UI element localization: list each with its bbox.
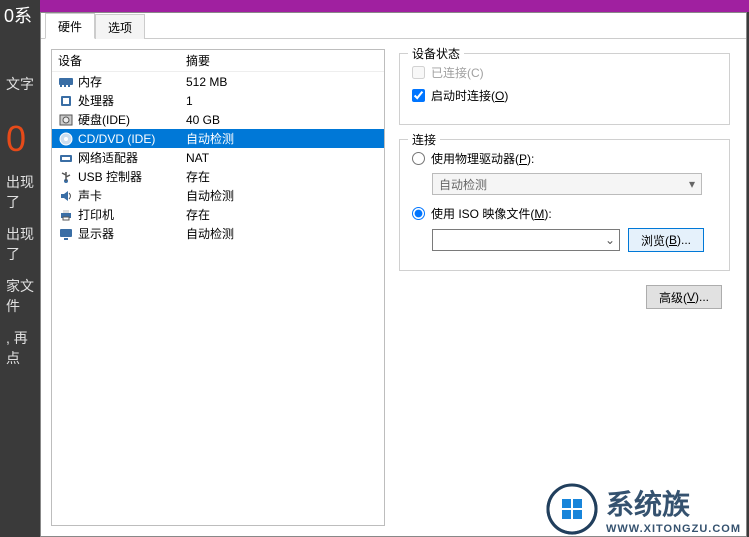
bg-line-4: , 再点 bbox=[6, 328, 40, 368]
device-summary: 自动检测 bbox=[186, 130, 378, 147]
device-name: 显示器 bbox=[78, 225, 186, 242]
device-list-header: 设备 摘要 bbox=[52, 50, 384, 72]
usb-icon bbox=[58, 169, 74, 185]
connection-title: 连接 bbox=[408, 131, 440, 148]
iso-path-input[interactable]: ⌄ bbox=[432, 229, 620, 251]
device-row-printer[interactable]: 打印机存在 bbox=[52, 205, 384, 224]
device-summary: 自动检测 bbox=[186, 187, 378, 204]
device-name: 内存 bbox=[78, 73, 186, 90]
device-summary: 存在 bbox=[186, 168, 378, 185]
bg-line-3: 家文件 bbox=[6, 276, 40, 316]
use-iso-label: 使用 ISO 映像文件(M): bbox=[431, 205, 552, 222]
device-row-display[interactable]: 显示器自动检测 bbox=[52, 224, 384, 243]
display-icon bbox=[58, 226, 74, 242]
bg-text-label: 文字 bbox=[6, 74, 40, 94]
memory-icon bbox=[58, 74, 74, 90]
tab-hardware[interactable]: 硬件 bbox=[45, 13, 95, 39]
device-row-cd[interactable]: CD/DVD (IDE)自动检测 bbox=[52, 129, 384, 148]
physical-drive-combo[interactable]: 自动检测 ▾ bbox=[432, 173, 702, 195]
hdd-icon bbox=[58, 112, 74, 128]
use-iso-radio[interactable] bbox=[412, 207, 425, 220]
device-summary: NAT bbox=[186, 151, 378, 165]
chevron-down-icon: ▾ bbox=[689, 177, 695, 191]
dialog-content: 设备 摘要 内存512 MB处理器1硬盘(IDE)40 GBCD/DVD (ID… bbox=[41, 39, 746, 536]
bg-zero: 0 bbox=[6, 118, 40, 160]
device-status-title: 设备状态 bbox=[408, 45, 464, 62]
advanced-row: 高级(V)... bbox=[399, 285, 730, 309]
connected-label: 已连接(C) bbox=[431, 64, 484, 81]
header-summary: 摘要 bbox=[186, 52, 378, 69]
device-row-hdd[interactable]: 硬盘(IDE)40 GB bbox=[52, 110, 384, 129]
cpu-icon bbox=[58, 93, 74, 109]
connect-on-power-checkbox[interactable] bbox=[412, 89, 425, 102]
connect-on-power-row[interactable]: 启动时连接(O) bbox=[412, 87, 717, 104]
bg-line-2: 出现了 bbox=[6, 224, 40, 264]
connect-on-power-label: 启动时连接(O) bbox=[431, 87, 508, 104]
device-summary: 40 GB bbox=[186, 113, 378, 127]
window-titlebar[interactable] bbox=[40, 0, 749, 12]
device-row-memory[interactable]: 内存512 MB bbox=[52, 72, 384, 91]
device-list-panel: 设备 摘要 内存512 MB处理器1硬盘(IDE)40 GBCD/DVD (ID… bbox=[51, 49, 385, 526]
device-name: 网络适配器 bbox=[78, 149, 186, 166]
device-name: 处理器 bbox=[78, 92, 186, 109]
device-row-cpu[interactable]: 处理器1 bbox=[52, 91, 384, 110]
device-summary: 1 bbox=[186, 94, 378, 108]
device-detail-panel: 设备状态 已连接(C) 启动时连接(O) 连接 使用物理驱动器(P): 自动检测 bbox=[399, 49, 736, 526]
chevron-down-icon: ⌄ bbox=[605, 233, 615, 247]
device-name: 声卡 bbox=[78, 187, 186, 204]
bg-top: 0系 bbox=[4, 2, 40, 28]
device-name: 打印机 bbox=[78, 206, 186, 223]
device-name: CD/DVD (IDE) bbox=[78, 132, 186, 146]
device-name: USB 控制器 bbox=[78, 168, 186, 185]
use-iso-row[interactable]: 使用 ISO 映像文件(M): bbox=[412, 205, 717, 222]
device-row-net[interactable]: 网络适配器NAT bbox=[52, 148, 384, 167]
device-status-group: 设备状态 已连接(C) 启动时连接(O) bbox=[399, 53, 730, 125]
device-summary: 自动检测 bbox=[186, 225, 378, 242]
bg-line-1: 出现了 bbox=[6, 172, 40, 212]
header-device: 设备 bbox=[58, 52, 186, 69]
browse-button[interactable]: 浏览(B)... bbox=[628, 228, 704, 252]
tab-options[interactable]: 选项 bbox=[95, 14, 145, 39]
connection-group: 连接 使用物理驱动器(P): 自动检测 ▾ 使用 ISO 映像文件(M): bbox=[399, 139, 730, 271]
net-icon bbox=[58, 150, 74, 166]
device-name: 硬盘(IDE) bbox=[78, 111, 186, 128]
cd-icon bbox=[58, 131, 74, 147]
settings-dialog: 硬件 选项 设备 摘要 内存512 MB处理器1硬盘(IDE)40 GBCD/D… bbox=[40, 12, 747, 537]
advanced-button[interactable]: 高级(V)... bbox=[646, 285, 722, 309]
use-physical-drive-radio[interactable] bbox=[412, 152, 425, 165]
use-physical-drive-row[interactable]: 使用物理驱动器(P): bbox=[412, 150, 717, 167]
background-strip: 0系 文字 0 出现了 出现了 家文件 , 再点 bbox=[0, 0, 40, 537]
use-physical-drive-label: 使用物理驱动器(P): bbox=[431, 150, 534, 167]
printer-icon bbox=[58, 207, 74, 223]
iso-path-row: ⌄ 浏览(B)... bbox=[432, 228, 717, 252]
device-summary: 存在 bbox=[186, 206, 378, 223]
tab-strip: 硬件 选项 bbox=[41, 13, 746, 39]
connected-checkbox-row: 已连接(C) bbox=[412, 64, 717, 81]
physical-drive-value: 自动检测 bbox=[439, 176, 487, 193]
sound-icon bbox=[58, 188, 74, 204]
device-list: 内存512 MB处理器1硬盘(IDE)40 GBCD/DVD (IDE)自动检测… bbox=[52, 72, 384, 243]
device-row-usb[interactable]: USB 控制器存在 bbox=[52, 167, 384, 186]
device-summary: 512 MB bbox=[186, 75, 378, 89]
device-row-sound[interactable]: 声卡自动检测 bbox=[52, 186, 384, 205]
connected-checkbox bbox=[412, 66, 425, 79]
